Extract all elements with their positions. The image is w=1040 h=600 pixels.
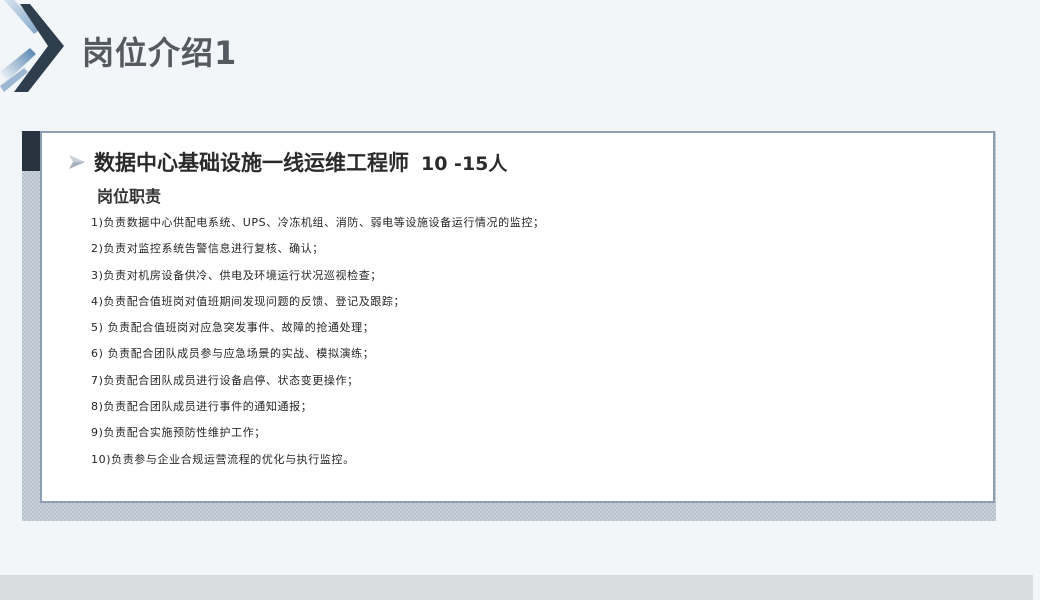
list-item: 7)负责配合团队成员进行设备启停、状态变更操作； xyxy=(91,373,359,387)
list-item: 8)负责配合团队成员进行事件的通知通报； xyxy=(91,400,313,414)
list-item: 3)负责对机房设备供冷、供电及环境运行状况巡视检查； xyxy=(91,268,382,282)
responsibilities-heading: 岗位职责 xyxy=(97,187,162,206)
list-item: 9)负责配合实施预防性维护工作； xyxy=(91,426,266,440)
job-headcount: 10 -15人 xyxy=(421,152,508,175)
job-title: 数据中心基础设施一线运维工程师 xyxy=(94,151,409,175)
list-item: 1)负责数据中心供配电系统、UPS、冷冻机组、消防、弱电等设施设备运行情况的监控… xyxy=(91,216,545,229)
job-card: 数据中心基础设施一线运维工程师 10 -15人 岗位职责 1)负责数据中心供配电… xyxy=(40,131,995,503)
list-item: 5) 负责配合值班岗对应急突发事件、故障的抢通处理； xyxy=(91,321,375,335)
page-title: 岗位介绍1 xyxy=(82,34,238,72)
chevron-logo-icon xyxy=(0,0,64,92)
responsibilities-list: 1)负责数据中心供配电系统、UPS、冷冻机组、消防、弱电等设施设备运行情况的监控… xyxy=(91,210,545,473)
arrow-bullet-icon xyxy=(69,155,85,169)
job-heading: 数据中心基础设施一线运维工程师 10 -15人 xyxy=(68,147,507,177)
accent-tab xyxy=(22,131,42,171)
list-item: 2)负责对监控系统告警信息进行复核、确认； xyxy=(91,242,324,256)
list-item: 4)负责配合值班岗对值班期间发现问题的反馈、登记及跟踪； xyxy=(91,294,406,308)
list-item: 10)负责参与企业合规运营流程的优化与执行监控。 xyxy=(91,452,355,466)
footer-bar xyxy=(0,575,1033,600)
list-item: 6) 负责配合团队成员参与应急场景的实战、模拟演练； xyxy=(91,347,375,361)
